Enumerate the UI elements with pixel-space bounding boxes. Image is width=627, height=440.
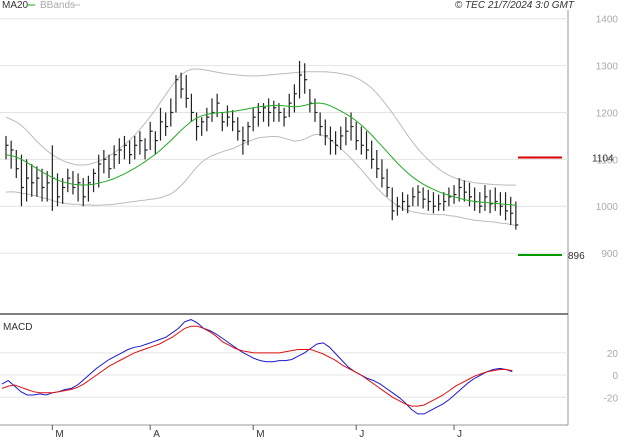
macd-tick-label: 20 xyxy=(607,349,619,360)
ma20-line xyxy=(5,102,516,206)
month-label: J xyxy=(457,429,462,440)
macd-tick-label: 0 xyxy=(612,371,618,382)
month-label: M xyxy=(55,429,63,440)
stock-chart: 14001300120011001000900 200-20 MAMJJ 110… xyxy=(0,0,619,440)
price-tick-label: 1000 xyxy=(596,202,619,213)
price-axis-labels: 14001300120011001000900 xyxy=(596,15,619,260)
month-axis: MAMJJ xyxy=(51,425,462,440)
month-label: J xyxy=(359,429,364,440)
price-tick-label: 1200 xyxy=(596,108,619,119)
copyright-text: © TEC 21/7/2024 3:0 GMT xyxy=(455,0,575,11)
macd-gridlines xyxy=(0,352,568,398)
month-label: M xyxy=(256,429,264,440)
macd-line xyxy=(1,319,513,415)
resistance-label: 1104 xyxy=(592,153,614,164)
macd-signal-line xyxy=(1,325,513,407)
price-tick-label: 1400 xyxy=(596,15,619,26)
month-label: A xyxy=(153,429,160,440)
price-gridlines xyxy=(0,18,568,254)
bbands-legend: BBands xyxy=(40,0,75,11)
macd-tick-label: -20 xyxy=(604,393,619,404)
price-tick-label: 1300 xyxy=(596,62,619,73)
macd-axis-labels: 20 0 -20 xyxy=(604,349,619,404)
macd-title: MACD xyxy=(3,322,32,333)
bollinger-lower-band xyxy=(5,134,516,226)
ma20-legend: MA20 xyxy=(2,0,29,11)
price-tick-label: 900 xyxy=(601,249,618,260)
ohlc-bars xyxy=(5,60,519,230)
support-label: 896 xyxy=(568,251,585,262)
bollinger-upper-band xyxy=(5,68,516,186)
